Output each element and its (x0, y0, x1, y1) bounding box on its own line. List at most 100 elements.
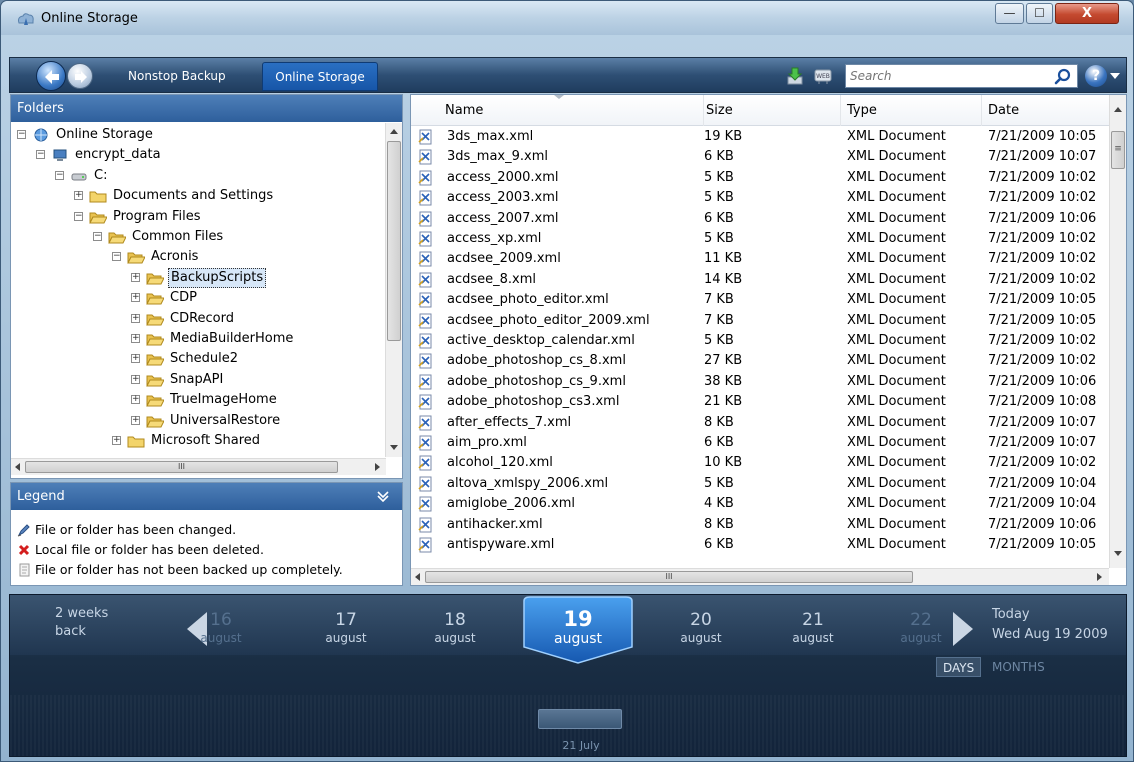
folder-tree[interactable]: − Online Storage − encrypt_data − C: + Document… (11, 123, 386, 457)
file-row[interactable]: amiglobe_2006.xml 4 KB XML Document 7/21/20… (411, 494, 1109, 514)
collapse-icon[interactable]: − (74, 211, 83, 221)
file-row[interactable]: active_desktop_calendar.xml 5 KB XML Docum… (411, 331, 1109, 351)
collapse-icon[interactable]: − (93, 232, 102, 241)
scroll-thumb[interactable]: III (25, 461, 338, 473)
expand-icon[interactable]: + (131, 272, 140, 282)
chevron-down-icon[interactable] (376, 490, 390, 502)
scroll-thumb[interactable]: III (425, 571, 913, 583)
tab-online-storage[interactable]: Online Storage (262, 62, 378, 91)
file-row[interactable]: adobe_photoshop_cs3.xml 21 KB XML Document… (411, 392, 1109, 412)
tree-node[interactable]: + CDP (11, 288, 386, 308)
tree-node-label[interactable]: TrueImageHome (168, 390, 279, 410)
tree-node[interactable]: + Schedule2 (11, 349, 386, 369)
tree-node[interactable]: + CDRecord (11, 309, 386, 329)
day-19-selected[interactable]: 19 august (522, 595, 634, 665)
tree-node[interactable]: + UniversalRestore (11, 411, 386, 431)
expand-icon[interactable]: + (131, 334, 140, 343)
tree-node[interactable]: − C: (11, 166, 386, 186)
tree-node[interactable]: + TrueImageHome (11, 390, 386, 410)
file-row[interactable]: acdsee_2009.xml 11 KB XML Document 7/21/200… (411, 249, 1109, 269)
day-18[interactable]: 18 august (410, 609, 500, 645)
file-row[interactable]: access_2003.xml 5 KB XML Document 7/21/2009… (411, 188, 1109, 208)
help-icon[interactable]: ? (1085, 65, 1107, 87)
scroll-down-arrow-icon[interactable] (1114, 551, 1122, 556)
download-icon[interactable] (785, 66, 805, 86)
scroll-right-arrow-icon[interactable] (375, 463, 380, 471)
collapse-icon[interactable]: − (112, 252, 121, 262)
file-row[interactable]: antihacker.xml 8 KB XML Document 7/21/2009 … (411, 515, 1109, 535)
scroll-right-arrow-icon[interactable] (1097, 573, 1102, 581)
file-row[interactable]: aim_pro.xml 6 KB XML Document 7/21/2009 10:… (411, 433, 1109, 453)
tree-node-label[interactable]: Online Storage (54, 125, 155, 145)
day-17[interactable]: 17 august (301, 609, 391, 645)
tree-node-label[interactable]: SnapAPI (168, 370, 225, 390)
collapse-icon[interactable]: − (17, 130, 26, 139)
maximize-button[interactable]: ☐ (1026, 3, 1053, 24)
tree-node[interactable]: + MediaBuilderHome (11, 329, 386, 349)
file-row[interactable]: altova_xmlspy_2006.xml 5 KB XML Document 7/… (411, 474, 1109, 494)
file-row[interactable]: access_2000.xml 5 KB XML Document 7/21/2009… (411, 168, 1109, 188)
collapse-icon[interactable]: − (36, 150, 45, 160)
file-row[interactable]: acdsee_photo_editor_2009.xml 7 KB XML Docu… (411, 311, 1109, 331)
tree-node-label[interactable]: Schedule2 (168, 349, 240, 369)
tree-node[interactable]: + BackupScripts (11, 267, 386, 288)
collapse-icon[interactable]: − (55, 170, 64, 180)
search-icon[interactable] (1054, 68, 1072, 86)
next-day-arrow-icon[interactable] (953, 612, 973, 646)
tree-node-label[interactable]: CDRecord (168, 309, 236, 329)
chevron-down-icon[interactable] (1110, 73, 1120, 79)
file-row[interactable]: after_effects_7.xml 8 KB XML Document 7/21/… (411, 413, 1109, 433)
tree-node[interactable]: + Documents and Settings (11, 186, 386, 206)
day-21[interactable]: 21 august (768, 609, 858, 645)
search-input[interactable] (850, 67, 1040, 85)
tree-node[interactable]: − Program Files (11, 207, 386, 227)
file-row[interactable]: access_xp.xml 5 KB XML Document 7/21/2009 1… (411, 229, 1109, 249)
column-header-date[interactable]: Date (982, 95, 1109, 126)
expand-icon[interactable]: + (131, 415, 140, 425)
title-bar[interactable]: Online Storage — ☐ X (1, 1, 1133, 35)
file-row[interactable]: 3ds_max.xml 19 KB XML Document 7/21/2009 10… (411, 127, 1109, 147)
tree-node[interactable]: − Acronis (11, 247, 386, 267)
folder-tree-horizontal-scrollbar[interactable]: III (11, 458, 386, 475)
file-list-vertical-scrollbar[interactable]: ≡ (1109, 95, 1126, 568)
file-row[interactable]: alcohol_120.xml 10 KB XML Document 7/21/200… (411, 453, 1109, 473)
timeline-marker[interactable] (538, 709, 622, 729)
file-row[interactable]: acdsee_photo_editor.xml 7 KB XML Document 7… (411, 290, 1109, 310)
tree-node-label[interactable]: BackupScripts (168, 267, 267, 288)
scroll-thumb[interactable]: ≡ (1111, 131, 1125, 169)
file-row[interactable]: 3ds_max_9.xml 6 KB XML Document 7/21/2009 1… (411, 147, 1109, 167)
today-link[interactable]: Today Wed Aug 19 2009 (992, 605, 1108, 645)
expand-icon[interactable]: + (131, 354, 140, 364)
search-box[interactable] (845, 64, 1078, 88)
tab-nonstop-backup[interactable]: Nonstop Backup (120, 62, 234, 91)
legend-header[interactable]: Legend (11, 483, 402, 510)
day-16[interactable]: 16 august (176, 609, 266, 645)
web-storage-icon[interactable]: WEB (813, 66, 833, 86)
folder-tree-vertical-scrollbar[interactable] (385, 123, 402, 457)
tree-node-label[interactable]: MediaBuilderHome (168, 329, 295, 349)
file-list[interactable]: 3ds_max.xml 19 KB XML Document 7/21/2009 10… (411, 127, 1109, 563)
expand-icon[interactable]: + (131, 313, 140, 323)
tree-node-label[interactable]: Common Files (130, 227, 225, 247)
tree-node-label[interactable]: CDP (168, 288, 199, 308)
months-toggle-button[interactable]: MONTHS (986, 657, 1051, 677)
tree-node[interactable]: + SnapAPI (11, 370, 386, 390)
tree-node-label[interactable]: C: (92, 166, 109, 186)
tree-node[interactable]: − Online Storage (11, 125, 386, 145)
expand-icon[interactable]: + (131, 293, 140, 303)
scroll-left-arrow-icon[interactable] (415, 573, 420, 581)
scroll-down-arrow-icon[interactable] (390, 445, 398, 450)
tree-node-label[interactable]: Microsoft Shared (149, 431, 262, 451)
tree-node-label[interactable]: UniversalRestore (168, 411, 282, 431)
file-row[interactable]: access_2007.xml 6 KB XML Document 7/21/2009… (411, 209, 1109, 229)
expand-icon[interactable]: + (131, 374, 140, 384)
column-header-type[interactable]: Type (841, 95, 982, 126)
tree-node-label[interactable]: Program Files (111, 207, 203, 227)
file-row[interactable]: adobe_photoshop_cs_8.xml 27 KB XML Documen… (411, 351, 1109, 371)
expand-icon[interactable]: + (74, 191, 83, 201)
close-button[interactable]: X (1055, 3, 1119, 24)
two-weeks-back-link[interactable]: 2 weeks back (55, 605, 135, 641)
minimize-button[interactable]: — (995, 3, 1024, 24)
back-button[interactable] (36, 61, 66, 91)
scroll-left-arrow-icon[interactable] (15, 463, 20, 471)
